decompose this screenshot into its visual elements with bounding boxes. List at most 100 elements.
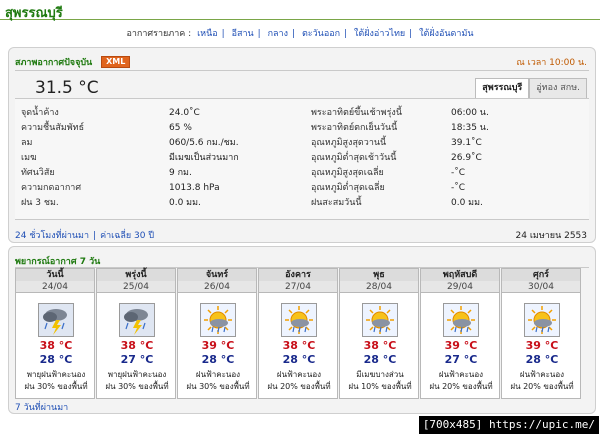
obs-value: 26.9˚C [451, 152, 482, 164]
obs-value-text: 65 % [169, 123, 192, 133]
obs-row: จุดน้ำค้าง [21, 107, 59, 119]
forecast-day: ศุกร์ 30/04 39 °C 28 °C ฝนฟ้าคะนอง ฝน 20% ของ… [501, 268, 581, 399]
forecast-day-name: จันทร์ [178, 269, 256, 281]
forecast-rain-chance: ฝน 20% ของพื้นที่ [510, 382, 574, 391]
sun-rain-icon [524, 303, 560, 337]
obs-row: พระอาทิตย์ขึ้นเช้าพรุ่งนี้ [311, 107, 402, 119]
obs-value: -˚C [451, 182, 465, 194]
tab-suphanburi[interactable]: สุพรรณบุรี [475, 78, 530, 98]
forecast-day: พรุ่งนี้ 25/04 38 °C 27 °C พายุฝนฟ้าคะนอง ฝน … [96, 268, 176, 399]
obs-value: มีเมฆเป็นส่วนมาก [169, 152, 239, 164]
current-weather-title: สภาพอากาศปัจจุบัน [15, 58, 93, 68]
region-link-east[interactable]: ตะวันออก [302, 29, 340, 39]
current-weather-header: สภาพอากาศปัจจุบัน XML ณ เวลา 10:00 น. [15, 55, 589, 68]
forecast-rain-chance: ฝน 30% ของพื้นที่ [186, 382, 250, 391]
obs-row: ความชื้นสัมพัทธ์ [21, 122, 84, 134]
forecast-day: จันทร์ 26/04 39 °C 28 °C ฝนฟ้าคะนอง ฝน 30% ขอ… [177, 268, 257, 399]
obs-value: 060/5.6 กม./ชม. [169, 137, 239, 149]
forecast-table: วันนี้ 24/04 38 °C 28 °C พายุฝนฟ้าคะนอง ฝน 30… [15, 268, 583, 399]
forecast-rain-chance: ฝน 30% ของพื้นที่ [105, 382, 169, 391]
obs-value-text: 26.9˚C [451, 153, 482, 163]
forecast-title: พยากรณ์อากาศ 7 วัน [15, 257, 101, 267]
region-link-central[interactable]: กลาง [268, 29, 288, 39]
obs-value-text: 0.0 มม. [451, 198, 483, 208]
forecast-max-temp: 39 °C [444, 339, 478, 352]
forecast-max-temp: 39 °C [525, 339, 559, 352]
nav-separator: | [344, 29, 348, 39]
station-tabs: สุพรรณบุรี อู่ทอง สกษ. [475, 78, 587, 98]
obs-value-text: 18:35 น. [451, 123, 489, 133]
link-30-year-average[interactable]: ค่าเฉลี่ย 30 ปี [100, 231, 154, 241]
forecast-day-name: ศุกร์ [502, 269, 580, 281]
forecast-rain-chance: ฝน 20% ของพื้นที่ [267, 382, 331, 391]
obs-value-text: 0.0 มม. [169, 198, 201, 208]
observation-table: จุดน้ำค้าง 24.0˚C ความชื้นสัมพัทธ์ 65 % … [15, 98, 589, 220]
forecast-date: 26/04 [178, 281, 256, 293]
obs-row: อุณหภูมิสูงสุดเฉลี่ย [311, 167, 384, 179]
region-nav: อากาศรายภาค : เหนือ | อีสาน | กลาง | ตะวันอ… [0, 24, 600, 44]
obs-label: อุณหภูมิต่ำสุดเฉลี่ย [311, 183, 385, 193]
header-divider [15, 70, 589, 71]
forecast-panel: พยากรณ์อากาศ 7 วัน วันนี้ 24/04 38 °C 28 °C… [8, 246, 596, 414]
sun-rain-icon [281, 303, 317, 337]
obs-label: อุณหภูมิต่ำสุดเช้าวันนี้ [311, 153, 397, 163]
obs-label: ฝน 3 ชม. [21, 198, 59, 208]
forecast-day: อังคาร 27/04 38 °C 28 °C ฝนฟ้าคะนอง ฝน 20% ขอ… [258, 268, 338, 399]
forecast-max-temp: 38 °C [363, 339, 397, 352]
sun-rain-icon [443, 303, 479, 337]
forecast-max-temp: 38 °C [282, 339, 316, 352]
region-link-south-gulf[interactable]: ใต้ฝั่งอ่าวไทย [354, 29, 405, 39]
forecast-day: วันนี้ 24/04 38 °C 28 °C พายุฝนฟ้าคะนอง ฝน 30… [15, 268, 95, 399]
obs-value-text: 24.0˚C [169, 108, 200, 118]
nav-separator: | [257, 29, 261, 39]
forecast-date: 25/04 [97, 281, 175, 293]
obs-value-text: -˚C [451, 168, 466, 178]
forecast-day: พฤหัสบดี 29/04 39 °C 27 °C ฝนฟ้าคะนอง ฝน 20% … [420, 268, 500, 399]
obs-value: 65 % [169, 122, 192, 134]
current-temperature: 31.5 °C [35, 78, 99, 98]
obs-value-text: มีเมฆเป็นส่วนมาก [169, 153, 239, 163]
obs-value-text: 06:00 น. [451, 108, 489, 118]
xml-feed-button[interactable]: XML [101, 56, 131, 68]
obs-label: จุดน้ำค้าง [21, 108, 59, 118]
forecast-day-name: วันนี้ [16, 269, 94, 281]
forecast-max-temp: 39 °C [201, 339, 235, 352]
forecast-min-temp: 27 °C [444, 353, 478, 366]
forecast-header: พยากรณ์อากาศ 7 วัน [15, 254, 589, 267]
forecast-day-name: พุธ [340, 269, 418, 281]
obs-row: อุณหภูมิต่ำสุดเช้าวันนี้ [311, 152, 396, 164]
obs-label: ฝนสะสมวันนี้ [311, 198, 362, 208]
region-link-north[interactable]: เหนือ [197, 29, 218, 39]
obs-row: อุณหภูมิสูงสุดวานนี้ [311, 137, 386, 149]
obs-label: ความกดอากาศ [21, 183, 82, 193]
forecast-min-temp: 28 °C [201, 353, 235, 366]
obs-label: ลม [21, 138, 33, 148]
obs-value-text: 39.1˚C [451, 138, 482, 148]
forecast-day: พุธ 28/04 38 °C 28 °C มีเมฆบางส่วน ฝน 10% ของ… [339, 268, 419, 399]
forecast-date: 28/04 [340, 281, 418, 293]
obs-label: พระอาทิตย์ตกเย็นวันนี้ [311, 123, 398, 133]
link-24-hours[interactable]: 24 ชั่วโมงที่ผ่านมา [15, 231, 89, 241]
obs-label: พระอาทิตย์ขึ้นเช้าพรุ่งนี้ [311, 108, 402, 118]
forecast-min-temp: 27 °C [120, 353, 154, 366]
forecast-max-temp: 38 °C [120, 339, 154, 352]
obs-row: ความกดอากาศ [21, 182, 81, 194]
obs-label: ความชื้นสัมพัทธ์ [21, 123, 85, 133]
obs-value: 24.0˚C [169, 107, 200, 119]
obs-value-text: 9 กม. [169, 168, 192, 178]
forecast-date: 29/04 [421, 281, 499, 293]
title-bar: สุพรรณบุรี [0, 0, 600, 21]
obs-label: อุณหภูมิสูงสุดเฉลี่ย [311, 168, 384, 178]
obs-value: 39.1˚C [451, 137, 482, 149]
region-link-northeast[interactable]: อีสาน [232, 29, 254, 39]
obs-value: 9 กม. [169, 167, 192, 179]
forecast-date: 27/04 [259, 281, 337, 293]
obs-value: 0.0 มม. [169, 197, 201, 209]
page-title: สุพรรณบุรี [5, 6, 63, 21]
tab-u-thong[interactable]: อู่ทอง สกษ. [529, 78, 587, 98]
obs-value: 1013.8 hPa [169, 182, 220, 194]
forecast-min-temp: 28 °C [363, 353, 397, 366]
region-link-south-andaman[interactable]: ใต้ฝั่งอันดามัน [419, 29, 473, 39]
forecast-min-temp: 28 °C [39, 353, 73, 366]
link-past-7-days[interactable]: 7 วันที่ผ่านมา [15, 400, 68, 414]
